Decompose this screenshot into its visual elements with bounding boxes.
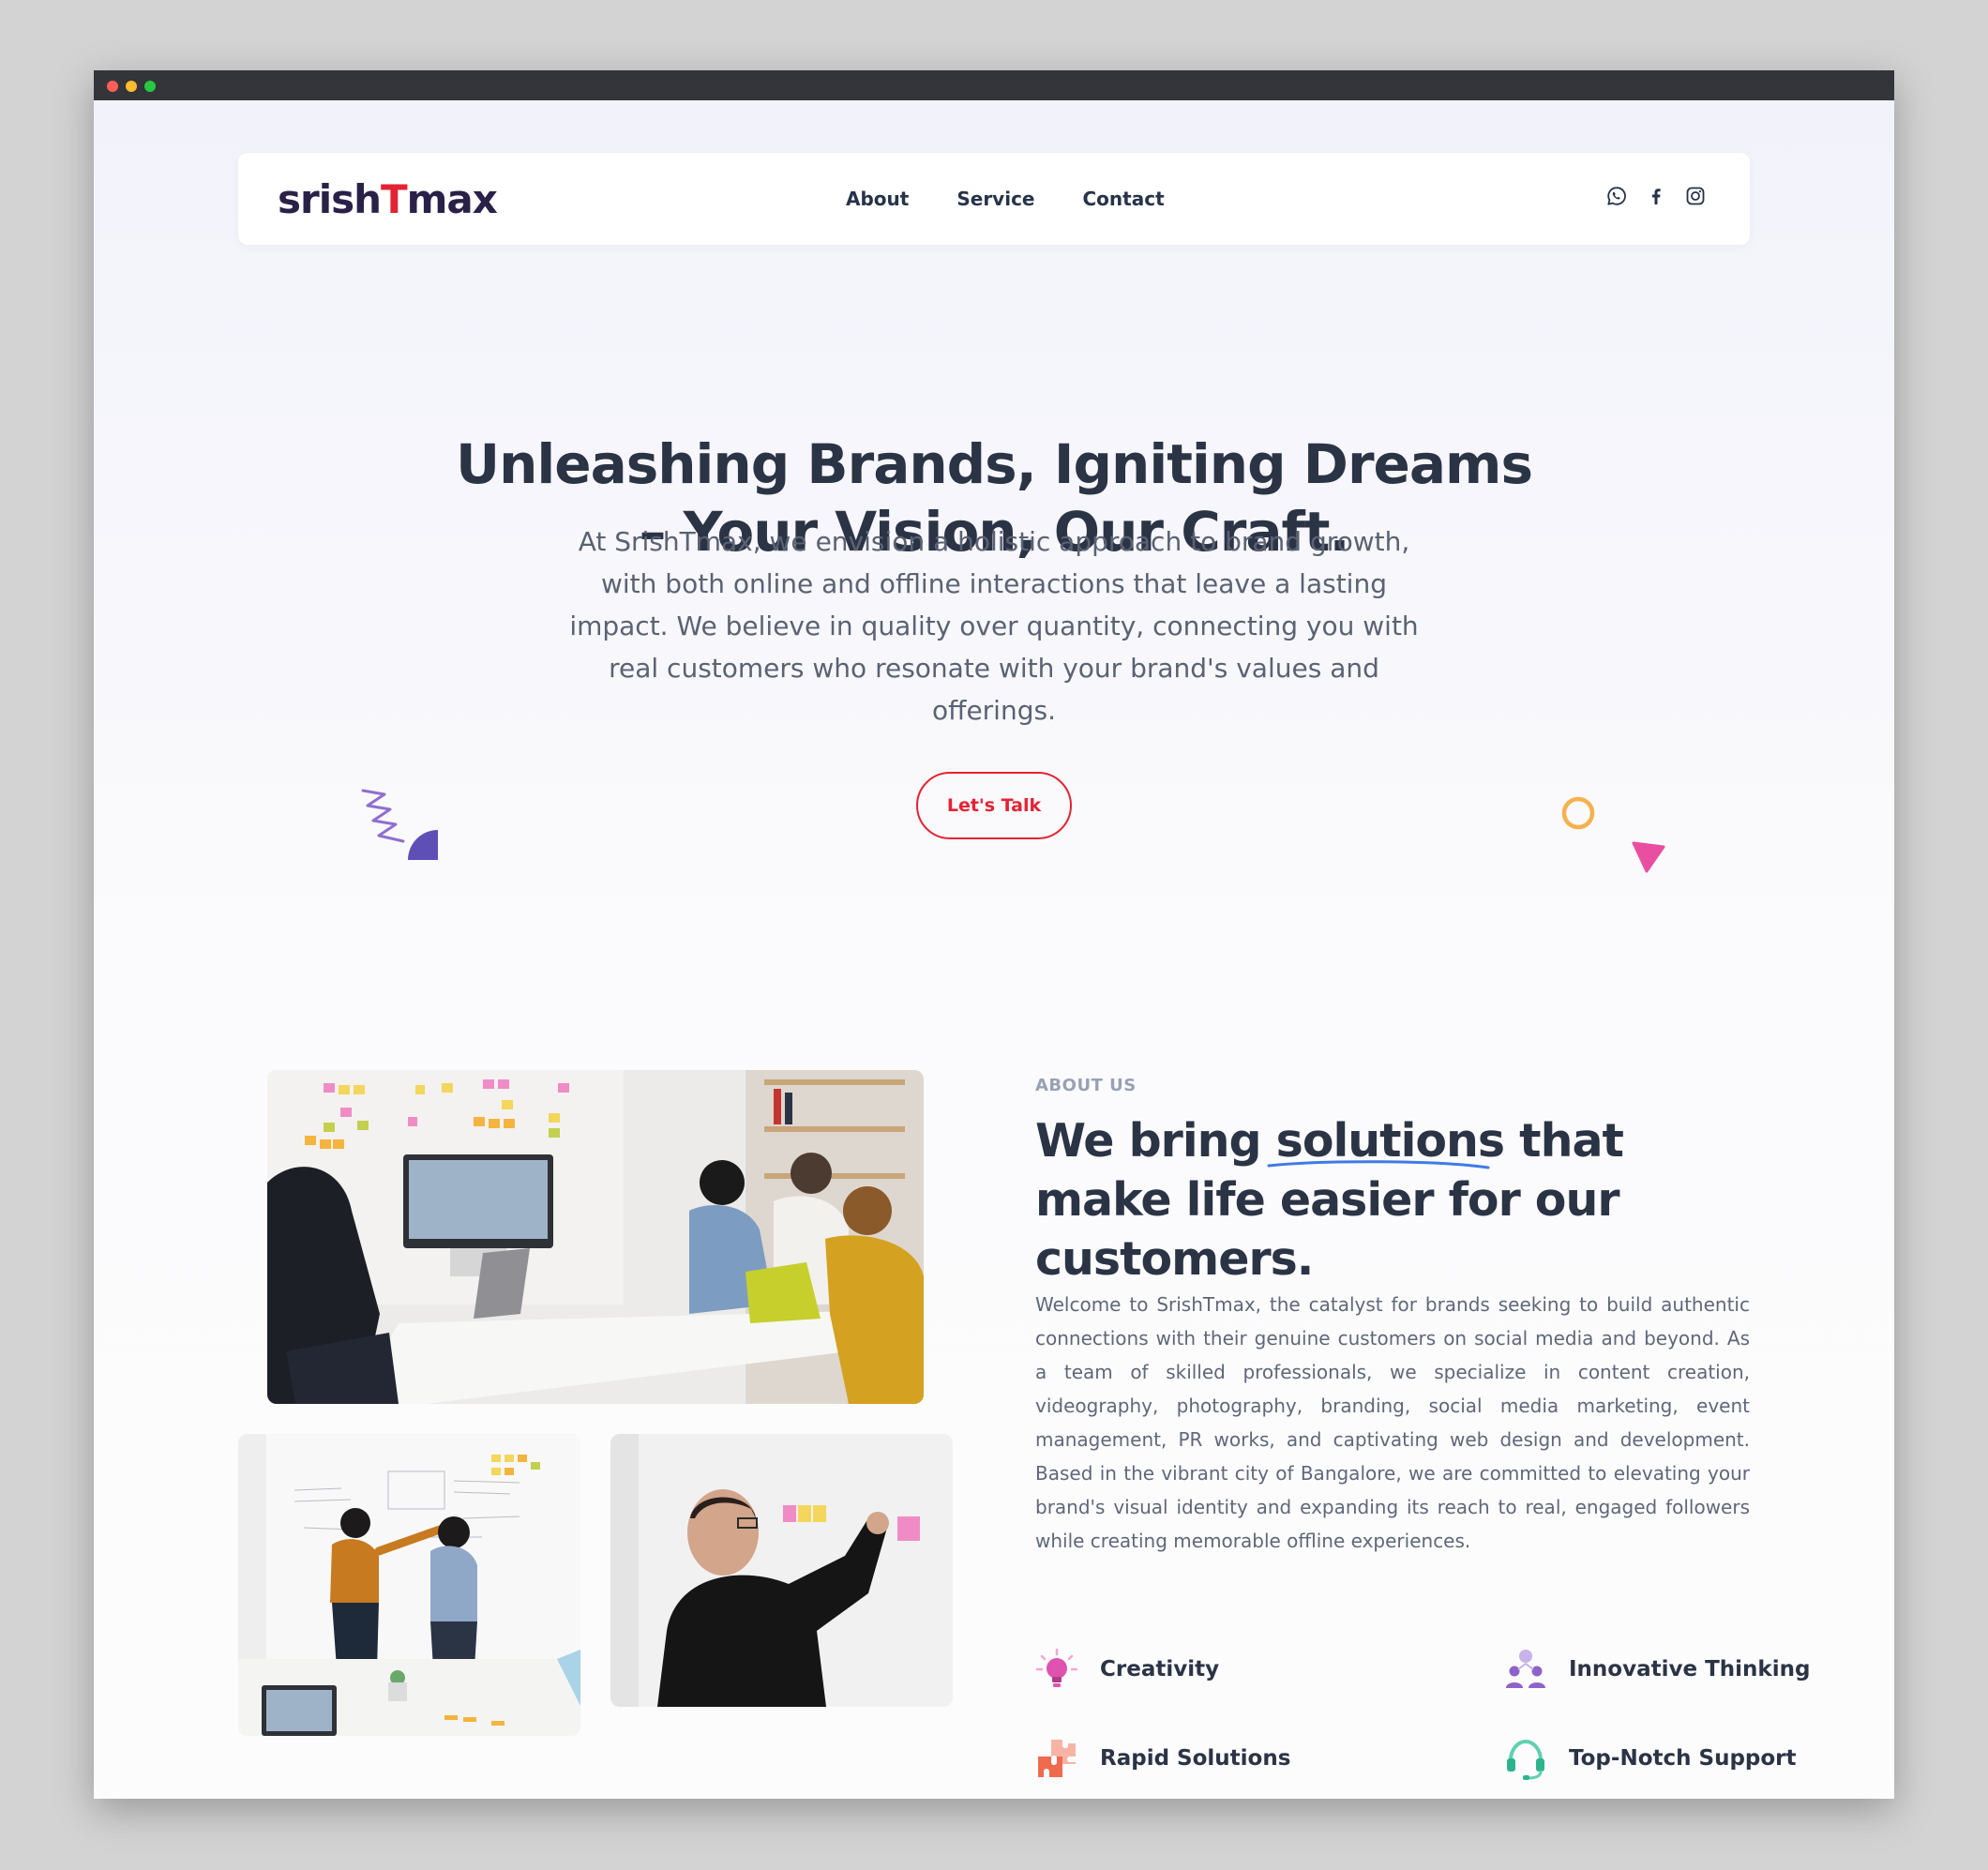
about-title: We bring solutions that make life easier… — [1035, 1111, 1767, 1289]
lightbulb-icon — [1035, 1648, 1078, 1687]
feature-rapid-solutions: Rapid Solutions — [1034, 1735, 1290, 1782]
nav-link-contact[interactable]: Contact — [1083, 187, 1165, 211]
headset-icon — [1507, 1739, 1544, 1780]
feature-label: Top-Notch Support — [1569, 1746, 1797, 1771]
team-icon — [1506, 1650, 1545, 1688]
feature-label: Rapid Solutions — [1100, 1746, 1291, 1771]
window-titlebar — [94, 70, 1894, 100]
nav-link-service[interactable]: Service — [956, 187, 1034, 211]
whatsapp-icon[interactable] — [1605, 185, 1628, 207]
logo-text-start: srish — [278, 176, 382, 222]
main-nav: About Service Contact — [846, 187, 1212, 211]
puzzle-icon — [1038, 1740, 1076, 1777]
about-title-highlight: solutions — [1267, 1111, 1505, 1170]
triangle-decoration — [1632, 841, 1665, 873]
facebook-icon[interactable] — [1645, 185, 1667, 207]
about-description: Welcome to SrishTmax, the catalyst for b… — [1035, 1293, 1750, 1552]
feature-top-notch-support: Top-Notch Support — [1503, 1735, 1797, 1782]
maximize-window-button[interactable] — [144, 81, 156, 92]
underline-squiggle-icon — [1267, 1160, 1490, 1169]
team-meeting-photo — [267, 1070, 924, 1404]
instagram-icon[interactable] — [1684, 185, 1707, 207]
hero-title-line-1: Unleashing Brands, Igniting Dreams — [455, 432, 1533, 496]
site-logo[interactable]: srishTmax — [278, 173, 498, 226]
feature-innovative-thinking: Innovative Thinking — [1503, 1646, 1810, 1693]
feature-creativity: Creativity — [1034, 1646, 1219, 1693]
about-title-start: We bring — [1035, 1114, 1262, 1168]
minimize-window-button[interactable] — [126, 81, 137, 92]
about-section-label: ABOUT US — [1035, 1076, 1137, 1095]
hero-description: At SrishTmax, we envision a holistic app… — [569, 526, 1419, 726]
social-links — [1605, 185, 1707, 207]
quarter-circle-decoration — [408, 830, 438, 860]
nav-link-about[interactable]: About — [846, 187, 909, 211]
feature-label: Creativity — [1100, 1657, 1220, 1681]
lets-talk-button[interactable]: Let's Talk — [916, 772, 1072, 839]
sticky-notes-photo — [610, 1434, 953, 1707]
browser-window: srishTmax About Service Contact Unleashi… — [94, 70, 1894, 1799]
whiteboard-photo — [238, 1434, 580, 1736]
ring-decoration — [1561, 796, 1595, 830]
logo-t-mark: T — [381, 176, 408, 222]
site-header: srishTmax About Service Contact — [238, 153, 1750, 245]
logo-text-end: max — [406, 176, 498, 222]
feature-label: Innovative Thinking — [1569, 1657, 1811, 1681]
close-window-button[interactable] — [107, 81, 118, 92]
page: srishTmax About Service Contact Unleashi… — [94, 100, 1894, 1799]
